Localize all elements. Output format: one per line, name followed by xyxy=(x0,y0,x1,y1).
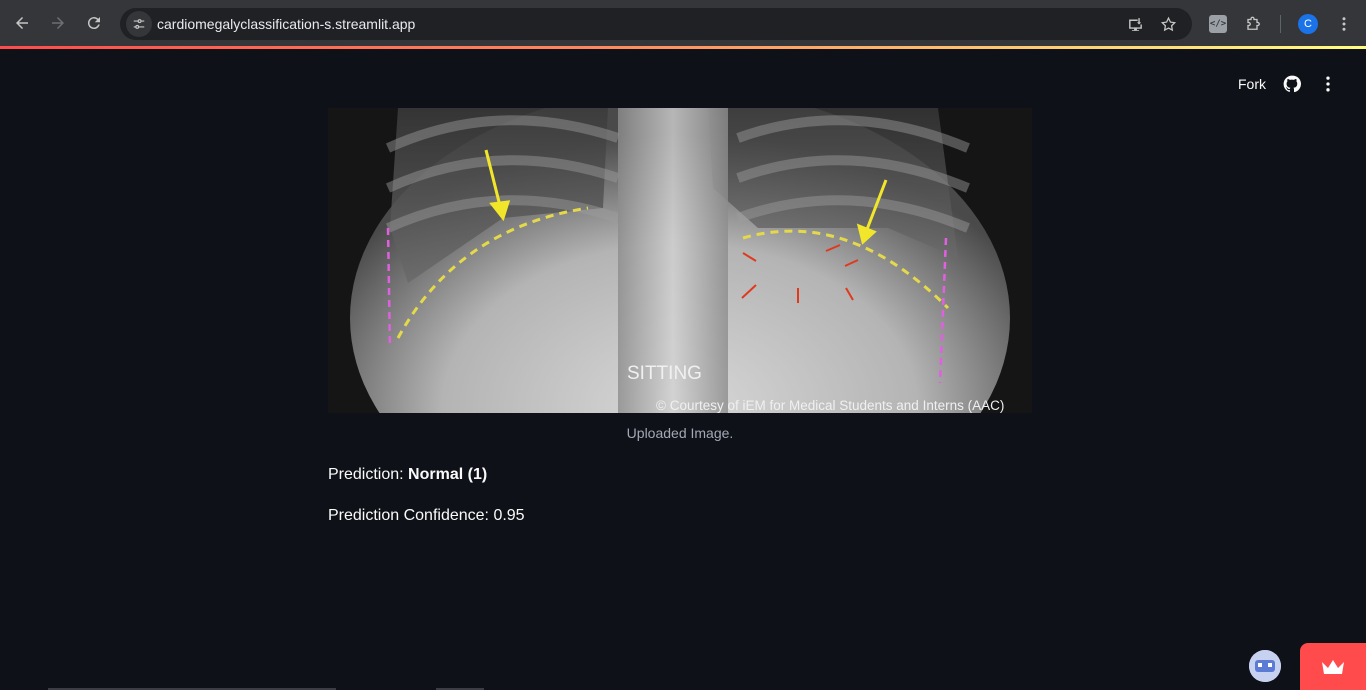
arrow-right-icon xyxy=(52,17,64,29)
github-button[interactable] xyxy=(1282,74,1302,94)
app-menu-button[interactable] xyxy=(1318,74,1338,94)
confidence-value: 0.95 xyxy=(493,507,525,524)
confidence-label: Prediction Confidence: xyxy=(328,507,489,524)
extensions-button[interactable] xyxy=(1242,12,1266,36)
code-extension-icon: </> xyxy=(1209,15,1227,33)
install-app-icon xyxy=(1128,17,1142,31)
uploaded-xray-image: SITTING © Courtesy of iEM for Medical St… xyxy=(328,108,1032,413)
fork-button[interactable]: Fork xyxy=(1238,76,1266,92)
prediction-value: Normal (1) xyxy=(408,466,488,483)
address-bar[interactable]: cardiomegalyclassification-s.streamlit.a… xyxy=(120,8,1192,40)
image-overlay-label: SITTING xyxy=(627,363,702,384)
image-credit: © Courtesy of iEM for Medical Students a… xyxy=(656,398,1004,413)
forward-button[interactable] xyxy=(44,9,72,37)
kebab-menu-icon xyxy=(1342,17,1346,31)
github-icon xyxy=(1283,75,1302,93)
prediction-label: Prediction: xyxy=(328,466,404,483)
streamlit-badge[interactable] xyxy=(1300,643,1366,690)
star-icon xyxy=(1160,16,1176,31)
confidence-line: Prediction Confidence: 0.95 xyxy=(328,506,525,526)
streamlit-decoration-bar xyxy=(0,46,1366,49)
tune-icon xyxy=(133,19,145,29)
url-text[interactable]: cardiomegalyclassification-s.streamlit.a… xyxy=(157,16,415,32)
prediction-line: Prediction: Normal (1) xyxy=(328,465,487,485)
kebab-menu-icon xyxy=(1326,76,1330,92)
crown-icon xyxy=(1322,659,1344,674)
browser-toolbar: cardiomegalyclassification-s.streamlit.a… xyxy=(0,0,1366,48)
bookmark-button[interactable] xyxy=(1158,14,1178,34)
reload-button[interactable] xyxy=(80,9,108,37)
toolbar-separator xyxy=(1280,15,1281,33)
reload-icon xyxy=(87,17,100,30)
back-button[interactable] xyxy=(8,9,36,37)
puzzle-icon xyxy=(1247,16,1260,30)
site-info-button[interactable] xyxy=(126,11,152,37)
install-app-button[interactable] xyxy=(1125,14,1145,34)
profile-avatar[interactable]: C xyxy=(1298,14,1318,34)
image-caption: Uploaded Image. xyxy=(626,425,734,441)
devtools-extension-button[interactable]: </> xyxy=(1206,12,1230,36)
creator-avatar[interactable] xyxy=(1249,650,1281,682)
arrow-left-icon xyxy=(16,17,28,29)
browser-menu-button[interactable] xyxy=(1332,12,1356,36)
